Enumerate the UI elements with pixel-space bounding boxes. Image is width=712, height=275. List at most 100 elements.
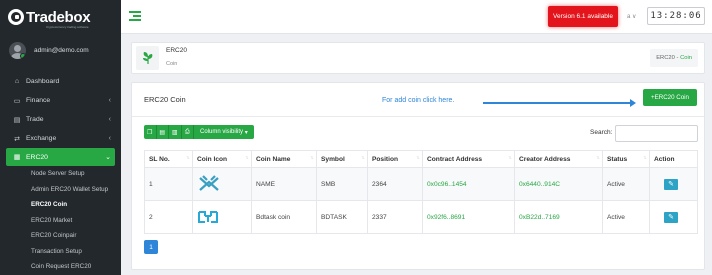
sidebar-subnav-erc20: Node Server Setup Admin ERC20 Wallet Set… — [0, 166, 121, 275]
leaf-icon — [136, 46, 159, 70]
table-row: 2 Bdtask coin BDTASK 2337 0x92f6..8691 0… — [144, 200, 698, 234]
page-header: ERC20 Coin ERC20 - Coin — [131, 42, 705, 74]
page-subtitle: Coin — [166, 61, 178, 67]
version-alert-badge[interactable]: Version 6.1 available — [548, 6, 618, 27]
cell-sl-no: 2 — [144, 200, 193, 234]
column-header-coin-icon[interactable]: Coin Icon ↑↓ — [192, 150, 252, 168]
sidebar-subitem-transaction-setup[interactable]: Transaction Setup — [0, 244, 121, 260]
brand-logo[interactable]: Tradebox Cryptocurrency trading software — [0, 0, 121, 34]
user-panel: admin@demo.com — [0, 34, 121, 66]
topbar: Version 6.1 available a ∨ 13:28:06 — [121, 0, 712, 34]
cell-coin-icon — [192, 167, 252, 201]
cell-position: 2337 — [367, 200, 423, 234]
csv-button[interactable]: ▤ — [156, 125, 169, 139]
sidebar-item-label: ERC20 — [26, 153, 48, 161]
sidebar-subitem-admin-wallet-setup[interactable]: Admin ERC20 Wallet Setup — [0, 182, 121, 198]
sidebar-subitem-coin-request[interactable]: Coin Request ERC20 — [0, 259, 121, 275]
sidebar-item-finance[interactable]: ▭ Finance ‹ — [0, 91, 121, 110]
card-icon: ▭ — [13, 97, 21, 105]
sidebar-item-label: Finance — [26, 97, 51, 104]
edit-button[interactable]: ✎ — [664, 211, 678, 223]
home-icon: ⌂ — [14, 78, 20, 85]
cell-status: Active — [602, 167, 650, 201]
cell-contract-address[interactable]: 0x0c96..1454 — [422, 167, 515, 201]
cell-coin-name: Bdtask coin — [251, 200, 317, 234]
card-title: ERC20 Coin — [144, 95, 186, 104]
card-divider — [132, 116, 704, 117]
copy-button[interactable]: ❐ — [144, 125, 157, 139]
cell-sl-no: 1 — [144, 167, 193, 201]
sidebar-subitem-erc20-coin[interactable]: ERC20 Coin — [0, 197, 121, 213]
sidebar-item-label: Exchange — [26, 135, 57, 142]
breadcrumb-current: Coin — [680, 55, 692, 61]
coin-logo-icon — [197, 174, 221, 194]
print-button[interactable]: ⎙ — [181, 125, 194, 139]
coin-logo-icon — [197, 210, 219, 224]
excel-file-icon: ▥ — [171, 129, 178, 136]
sort-icon: ↑↓ — [245, 155, 249, 161]
menu-toggle-icon[interactable] — [129, 11, 141, 21]
table-export-toolbar: ❐ ▤ ▥ ⎙ Column visibility ▾ — [144, 125, 254, 139]
language-dropdown[interactable]: a ∨ — [627, 13, 636, 20]
coin-table: SL No. ↑↓ Coin Icon ↑↓ Coin Name ↑↓ Symbol ↑… — [144, 150, 698, 234]
column-header-symbol[interactable]: Symbol ↑↓ — [316, 150, 368, 168]
pencil-icon: ✎ — [668, 214, 674, 221]
search-input[interactable] — [615, 125, 698, 142]
coins-icon: ▦ — [13, 154, 21, 161]
sort-icon: ↑↓ — [186, 155, 190, 161]
column-header-action: Action — [649, 150, 698, 168]
sidebar-item-exchange[interactable]: ⇄ Exchange ‹ — [0, 129, 121, 148]
column-header-contract-address[interactable]: Contract Address ↑↓ — [422, 150, 515, 168]
chevron-down-icon: ⌄ — [105, 154, 111, 161]
user-email: admin@demo.com — [34, 46, 89, 54]
logo-icon — [8, 9, 24, 25]
cell-creator-address[interactable]: 0xB22d..7169 — [514, 200, 603, 234]
cell-creator-address[interactable]: 0x6440..914C — [514, 167, 603, 201]
column-header-status[interactable]: Status ↑↓ — [602, 150, 650, 168]
brand-name-part1: Trade — [26, 8, 65, 26]
cell-contract-address[interactable]: 0x92f6..8691 — [422, 200, 515, 234]
cell-coin-icon — [192, 200, 252, 234]
column-header-position[interactable]: Position ↑↓ — [367, 150, 423, 168]
sidebar-nav: ⌂ Dashboard ▭ Finance ‹ ▤ Trade ‹ ⇄ Exch… — [0, 72, 121, 275]
sort-icon: ↑↓ — [508, 155, 512, 161]
csv-file-icon: ▤ — [159, 129, 166, 136]
cell-action: ✎ — [649, 167, 698, 201]
search-label: Search: — [590, 129, 613, 136]
edit-button[interactable]: ✎ — [664, 178, 678, 190]
sidebar-subitem-erc20-market[interactable]: ERC20 Market — [0, 213, 121, 229]
sort-icon: ↑↓ — [361, 155, 365, 161]
excel-button[interactable]: ▥ — [169, 125, 182, 139]
sidebar-item-label: Trade — [26, 116, 44, 123]
chart-icon: ▤ — [13, 116, 21, 124]
column-header-coin-name[interactable]: Coin Name ↑↓ — [251, 150, 317, 168]
sidebar-subitem-node-server-setup[interactable]: Node Server Setup — [0, 166, 121, 182]
page-title: ERC20 — [166, 47, 187, 54]
sidebar-item-erc20[interactable]: ▦ ERC20 ⌄ — [6, 148, 115, 166]
column-header-sl-no[interactable]: SL No. ↑↓ — [144, 150, 193, 168]
table-row: 1 NAME SMB 2364 0x0c96..1454 0x6440..914… — [144, 167, 698, 201]
pencil-icon: ✎ — [668, 181, 674, 188]
coin-list-card: ERC20 Coin For add coin click here. +ERC… — [131, 82, 705, 270]
cell-symbol: SMB — [316, 167, 368, 201]
table-header-row: SL No. ↑↓ Coin Icon ↑↓ Coin Name ↑↓ Symbol ↑… — [144, 150, 698, 168]
sidebar-item-trade[interactable]: ▤ Trade ‹ — [0, 110, 121, 129]
cell-symbol: BDTASK — [316, 200, 368, 234]
chevron-left-icon: ‹ — [108, 97, 111, 104]
pagination-page-button[interactable]: 1 — [144, 240, 158, 254]
sidebar-item-dashboard[interactable]: ⌂ Dashboard — [0, 72, 121, 91]
breadcrumb-separator: - — [676, 55, 679, 61]
column-header-creator-address[interactable]: Creator Address ↑↓ — [514, 150, 603, 168]
add-coin-annotation: For add coin click here. — [382, 97, 455, 104]
cell-position: 2364 — [367, 167, 423, 201]
add-erc20-coin-button[interactable]: +ERC20 Coin — [643, 89, 697, 106]
sidebar-item-label: Dashboard — [26, 78, 60, 85]
avatar — [9, 41, 26, 59]
breadcrumb-parent[interactable]: ERC20 — [656, 55, 675, 61]
column-visibility-button[interactable]: Column visibility ▾ — [194, 125, 254, 139]
cell-coin-name: NAME — [251, 167, 317, 201]
chevron-left-icon: ‹ — [108, 116, 111, 123]
chevron-down-icon: ▾ — [244, 129, 248, 136]
sidebar-subitem-erc20-coinpair[interactable]: ERC20 Coinpair — [0, 228, 121, 244]
brand-name-part2: box — [64, 8, 91, 26]
